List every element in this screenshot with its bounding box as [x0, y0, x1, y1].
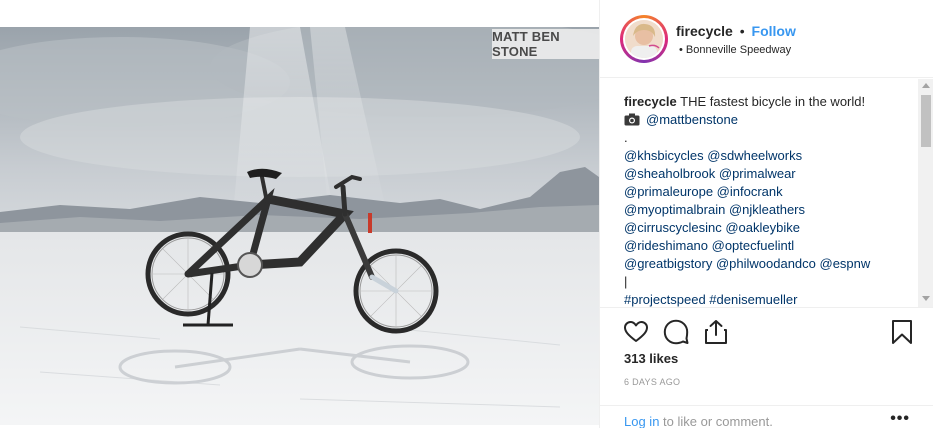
caption-scrollbar[interactable] — [918, 79, 933, 307]
post-timestamp[interactable]: 6 DAYS AGO — [624, 377, 680, 387]
post-side-panel: firecycle • Follow • Bonneville Speedway… — [599, 0, 933, 428]
caption: firecycle THE fastest bicycle in the wor… — [624, 93, 904, 307]
caption-pipe: | — [624, 274, 628, 289]
header-username[interactable]: firecycle — [676, 23, 733, 39]
location-bullet: • — [679, 44, 683, 56]
mention-line[interactable]: @cirruscyclesinc @oakleybike — [624, 219, 904, 237]
header-separator: • — [739, 23, 745, 39]
camera-icon — [624, 113, 640, 126]
scroll-down-arrow-icon[interactable] — [922, 296, 930, 301]
avatar[interactable] — [625, 20, 663, 58]
caption-spacer: . — [624, 130, 628, 145]
likes-count[interactable]: 313 likes — [624, 351, 678, 366]
post-header: firecycle • Follow • Bonneville Speedway — [600, 0, 933, 78]
photo-credit-line: @mattbenstone — [624, 111, 904, 129]
scroll-up-arrow-icon[interactable] — [922, 83, 930, 88]
bicycle-photo-illustration — [0, 27, 599, 425]
mention-line[interactable]: @primaleurope @infocrank — [624, 183, 904, 201]
share-icon[interactable] — [702, 318, 730, 346]
comment-footer: Log in to like or comment. ••• — [600, 405, 933, 428]
header-title-line: firecycle • Follow — [676, 23, 796, 39]
photo-credit-mention[interactable]: @mattbenstone — [646, 112, 738, 127]
login-prompt: Log in to like or comment. — [624, 414, 773, 428]
avatar-story-ring[interactable] — [620, 15, 668, 63]
location-line: • Bonneville Speedway — [679, 44, 791, 56]
mention-line[interactable]: @myoptimalbrain @njkleathers — [624, 201, 904, 219]
instagram-post-view: MATT BEN STONE firecycle • Follow • Bonn… — [0, 0, 933, 428]
follow-button[interactable]: Follow — [752, 23, 796, 39]
login-suffix: to like or comment. — [659, 414, 773, 428]
comment-icon[interactable] — [662, 318, 690, 346]
post-photo[interactable]: MATT BEN STONE — [0, 27, 599, 425]
hashtag-line[interactable]: #projectspeed #denisemueller — [624, 291, 904, 307]
mention-line[interactable]: @sheaholbrook @primalwear — [624, 165, 904, 183]
action-bar — [600, 307, 933, 353]
avatar-frame — [623, 18, 665, 60]
avatar-image — [625, 20, 663, 58]
mention-line[interactable]: @khsbicycles @sdwheelworks — [624, 147, 904, 165]
caption-scroll-area[interactable]: firecycle THE fastest bicycle in the wor… — [600, 79, 933, 307]
heart-icon[interactable] — [622, 318, 650, 346]
mention-line[interactable]: @greatbigstory @philwoodandco @espnw — [624, 255, 904, 273]
caption-text: THE fastest bicycle in the world! — [680, 94, 866, 109]
scrollbar-thumb[interactable] — [921, 95, 931, 147]
caption-first-line: firecycle THE fastest bicycle in the wor… — [624, 93, 904, 111]
caption-username[interactable]: firecycle — [624, 94, 677, 109]
more-options-icon[interactable]: ••• — [890, 410, 910, 428]
location-link[interactable]: Bonneville Speedway — [686, 44, 791, 56]
bookmark-icon[interactable] — [888, 318, 916, 346]
mention-line[interactable]: @rideshimano @optecfuelintl — [624, 237, 904, 255]
login-link[interactable]: Log in — [624, 414, 659, 428]
photo-watermark: MATT BEN STONE — [492, 29, 599, 59]
